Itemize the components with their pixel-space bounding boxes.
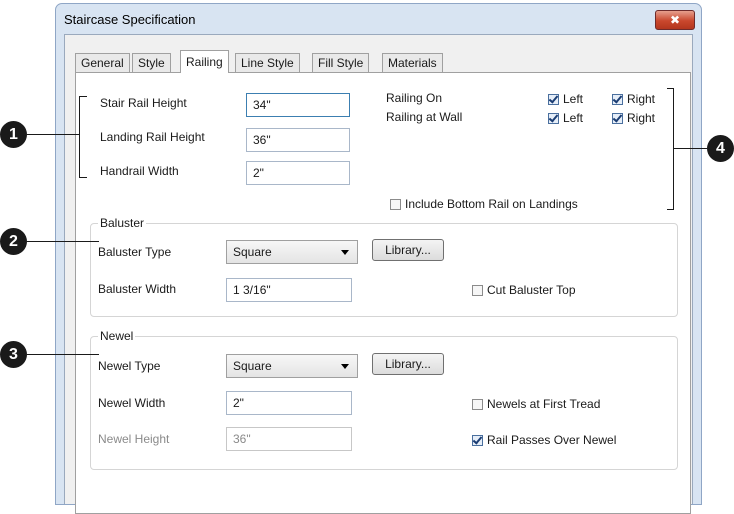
callout-1-bracket-top bbox=[79, 96, 87, 97]
railing-at-wall-right-label: Right bbox=[627, 111, 656, 125]
dialog-client: General Style Railing Line Style Fill St… bbox=[64, 34, 693, 514]
callout-1-bracket-bottom bbox=[79, 177, 87, 178]
baluster-type-select[interactable]: Square bbox=[226, 240, 358, 264]
callout-4: 4 bbox=[707, 135, 734, 162]
callout-2: 2 bbox=[0, 228, 27, 255]
callout-1-leader bbox=[27, 134, 79, 135]
railing-at-wall-label: Railing at Wall bbox=[386, 110, 463, 124]
newels-at-first-tread-label: Newels at First Tread bbox=[487, 397, 601, 411]
baluster-library-button[interactable]: Library... bbox=[372, 239, 444, 261]
chevron-down-icon bbox=[341, 364, 349, 369]
tab-general[interactable]: General bbox=[75, 53, 130, 72]
tab-line-style[interactable]: Line Style bbox=[235, 53, 300, 72]
callout-1-bracket bbox=[79, 96, 80, 178]
baluster-group-title: Baluster bbox=[98, 216, 147, 230]
newel-group-title: Newel bbox=[98, 329, 136, 343]
handrail-width-label: Handrail Width bbox=[100, 164, 179, 178]
callout-4-leader bbox=[673, 148, 707, 149]
callout-4-bracket bbox=[673, 88, 674, 210]
callout-3: 3 bbox=[0, 341, 27, 368]
cut-baluster-top-checkbox[interactable]: Cut Baluster Top bbox=[472, 283, 576, 297]
baluster-type-label: Baluster Type bbox=[98, 245, 172, 259]
railing-on-left-checkbox[interactable]: Left bbox=[548, 92, 583, 106]
chevron-down-icon bbox=[341, 250, 349, 255]
close-button[interactable]: ✖ bbox=[655, 10, 695, 30]
newel-width-label: Newel Width bbox=[98, 396, 166, 410]
baluster-width-label: Baluster Width bbox=[98, 282, 177, 296]
newel-type-label: Newel Type bbox=[98, 359, 161, 373]
checkbox-checked-icon bbox=[472, 434, 483, 446]
tab-materials[interactable]: Materials bbox=[382, 53, 443, 72]
railing-at-wall-left-checkbox[interactable]: Left bbox=[548, 111, 583, 125]
tab-railing[interactable]: Railing bbox=[180, 50, 229, 73]
checkbox-unchecked-icon bbox=[390, 198, 401, 210]
rail-passes-over-newel-checkbox[interactable]: Rail Passes Over Newel bbox=[472, 433, 616, 447]
newels-at-first-tread-checkbox[interactable]: Newels at First Tread bbox=[472, 397, 600, 411]
checkbox-checked-icon bbox=[612, 112, 623, 124]
railing-on-right-label: Right bbox=[627, 92, 656, 106]
railing-panel: Stair Rail Height 34" Landing Rail Heigh… bbox=[75, 72, 691, 514]
checkbox-checked-icon bbox=[548, 93, 559, 105]
checkbox-checked-icon bbox=[612, 93, 623, 105]
newel-height-label: Newel Height bbox=[98, 432, 170, 446]
railing-at-wall-left-label: Left bbox=[563, 111, 584, 125]
railing-at-wall-right-checkbox[interactable]: Right bbox=[612, 111, 655, 125]
rail-passes-over-newel-label: Rail Passes Over Newel bbox=[487, 433, 617, 447]
window-title: Staircase Specification bbox=[64, 12, 196, 27]
baluster-type-value: Square bbox=[233, 245, 272, 259]
stair-rail-height-input[interactable]: 34" bbox=[246, 93, 350, 117]
callout-2-leader bbox=[27, 241, 99, 242]
railing-on-right-checkbox[interactable]: Right bbox=[612, 92, 655, 106]
newel-height-input[interactable]: 36" bbox=[226, 427, 352, 451]
baluster-width-input[interactable]: 1 3/16" bbox=[226, 278, 352, 302]
staircase-dialog: Staircase Specification ✖ General Style … bbox=[55, 3, 702, 514]
railing-on-label: Railing On bbox=[386, 91, 443, 105]
tab-style[interactable]: Style bbox=[132, 53, 171, 72]
checkbox-unchecked-icon bbox=[472, 398, 483, 410]
include-bottom-rail-checkbox[interactable]: Include Bottom Rail on Landings bbox=[390, 197, 578, 211]
landing-rail-height-input[interactable]: 36" bbox=[246, 128, 350, 152]
include-bottom-rail-label: Include Bottom Rail on Landings bbox=[405, 197, 578, 211]
callout-3-leader bbox=[27, 354, 99, 355]
newel-type-select[interactable]: Square bbox=[226, 354, 358, 378]
newel-type-value: Square bbox=[233, 359, 272, 373]
callout-1: 1 bbox=[0, 121, 27, 148]
tab-fill-style[interactable]: Fill Style bbox=[312, 53, 370, 72]
callout-4-bracket-top bbox=[667, 88, 674, 89]
title-bar[interactable]: Staircase Specification ✖ bbox=[56, 4, 701, 34]
checkbox-unchecked-icon bbox=[472, 284, 483, 296]
cut-baluster-top-label: Cut Baluster Top bbox=[487, 283, 576, 297]
checkbox-checked-icon bbox=[548, 112, 559, 124]
newel-width-input[interactable]: 2" bbox=[226, 391, 352, 415]
handrail-width-input[interactable]: 2" bbox=[246, 161, 350, 185]
newel-library-button[interactable]: Library... bbox=[372, 353, 444, 375]
landing-rail-height-label: Landing Rail Height bbox=[100, 130, 205, 144]
baluster-group bbox=[90, 223, 678, 317]
railing-on-left-label: Left bbox=[563, 92, 584, 106]
stair-rail-height-label: Stair Rail Height bbox=[100, 96, 187, 110]
callout-4-bracket-bottom bbox=[667, 209, 674, 210]
